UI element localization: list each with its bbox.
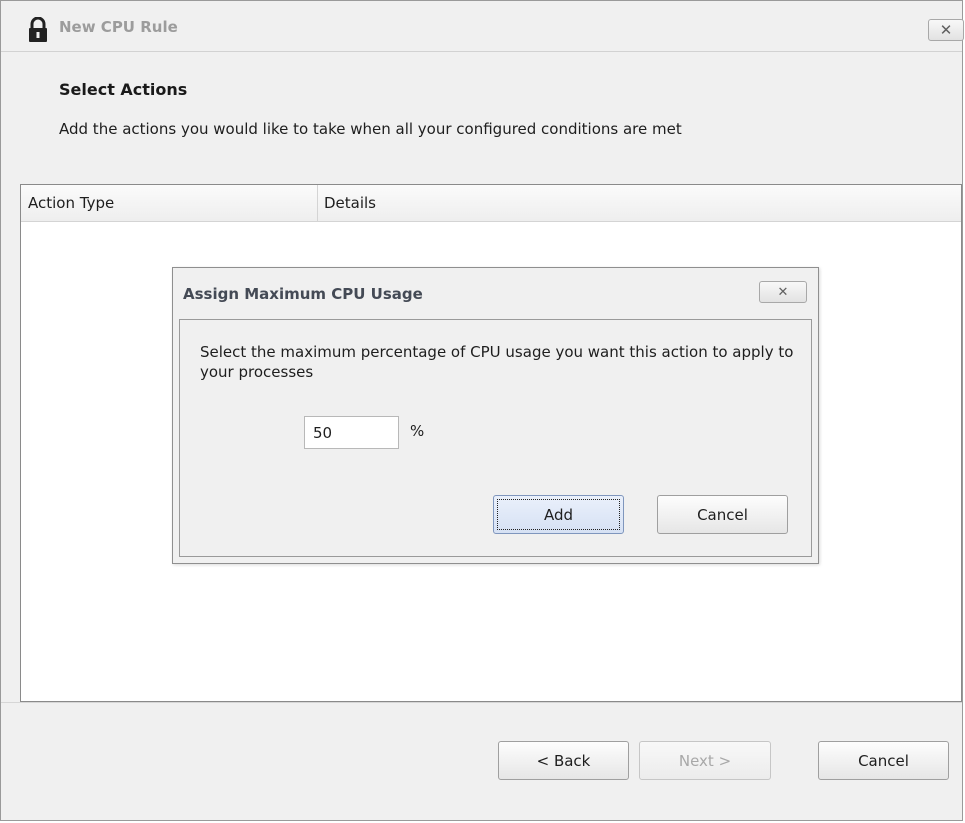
window-title: New CPU Rule xyxy=(59,18,178,36)
column-header-action-type[interactable]: Action Type xyxy=(21,185,318,221)
new-cpu-rule-window: New CPU Rule ✕ Select Actions Add the ac… xyxy=(0,0,964,821)
footer-divider xyxy=(1,702,962,703)
window-titlebar: New CPU Rule ✕ xyxy=(1,1,964,52)
dialog-titlebar: Assign Maximum CPU Usage ✕ xyxy=(173,268,818,318)
assign-max-cpu-dialog: Assign Maximum CPU Usage ✕ Select the ma… xyxy=(172,267,819,564)
page-description: Add the actions you would like to take w… xyxy=(59,120,682,138)
next-button[interactable]: Next > xyxy=(639,741,771,780)
lock-icon xyxy=(29,17,47,42)
wizard-header: Select Actions Add the actions you would… xyxy=(1,52,962,183)
dialog-cancel-button[interactable]: Cancel xyxy=(657,495,788,534)
dialog-body: Select the maximum percentage of CPU usa… xyxy=(179,319,812,557)
back-button[interactable]: < Back xyxy=(498,741,629,780)
cancel-button[interactable]: Cancel xyxy=(818,741,949,780)
add-button[interactable]: Add xyxy=(493,495,624,534)
actions-table-header: Action Type Details xyxy=(21,185,961,222)
dialog-description: Select the maximum percentage of CPU usa… xyxy=(200,343,794,381)
percent-unit-label: % xyxy=(410,422,425,440)
dialog-title: Assign Maximum CPU Usage xyxy=(183,285,423,303)
column-header-details[interactable]: Details xyxy=(318,185,958,221)
cpu-percentage-input[interactable] xyxy=(304,416,399,449)
focus-ring xyxy=(497,499,620,530)
close-icon[interactable]: ✕ xyxy=(928,19,964,41)
page-title: Select Actions xyxy=(59,80,188,99)
dialog-close-icon[interactable]: ✕ xyxy=(759,281,807,303)
